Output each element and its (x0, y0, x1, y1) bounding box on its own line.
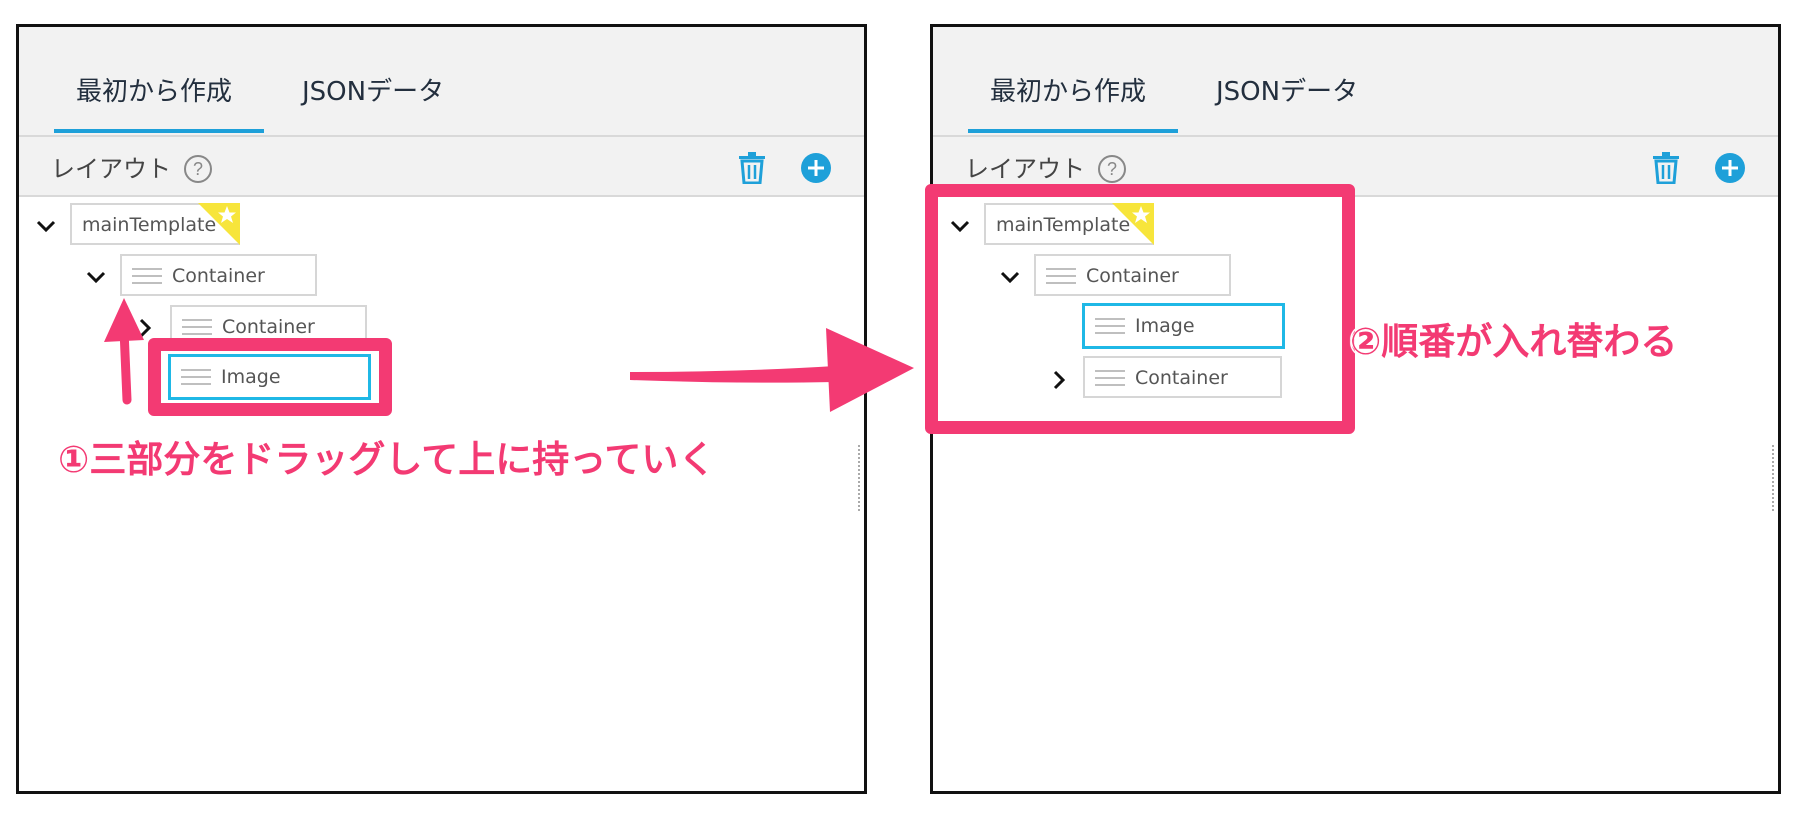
annotation-step1: ①三部分をドラッグして上に持っていく (58, 438, 716, 481)
arrowhead-up-icon (104, 298, 144, 342)
annotation-arrows (104, 298, 914, 412)
right-arrow-icon (630, 366, 835, 383)
annotation-step2: ②順番が入れ替わる (1350, 320, 1678, 363)
arrowhead-right-icon (826, 328, 914, 412)
